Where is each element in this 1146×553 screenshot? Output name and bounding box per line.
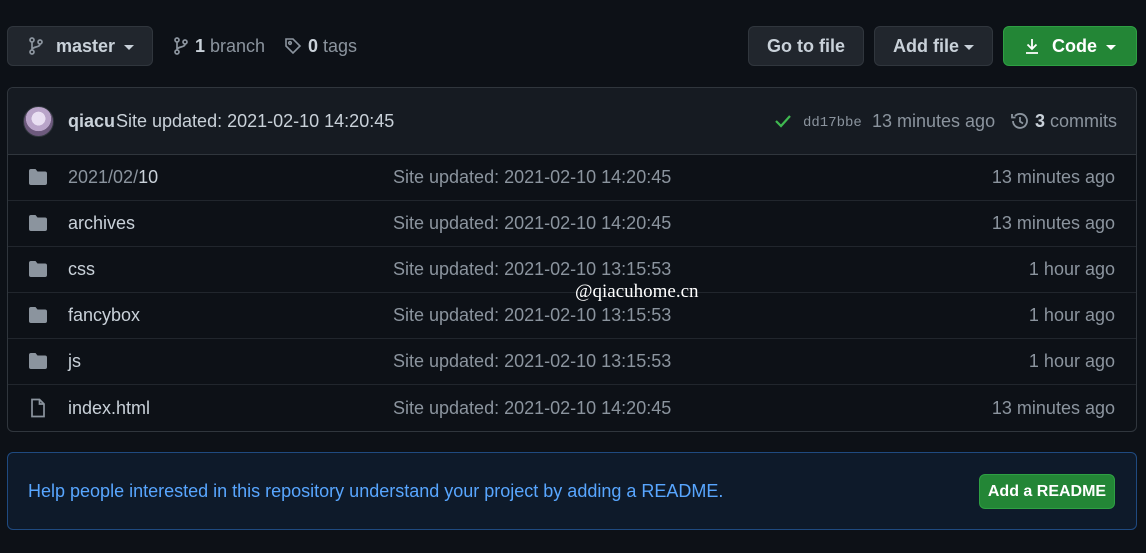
code-label: Code — [1052, 35, 1097, 56]
file-commit-age: 13 minutes ago — [991, 167, 1115, 187]
file-path-prefix: 2021/02/ — [68, 167, 139, 187]
commits-count: 3 — [1035, 110, 1046, 131]
tags-label: tags — [323, 35, 358, 56]
commit-author[interactable]: qiacu — [68, 111, 115, 132]
avatar[interactable] — [23, 106, 54, 137]
commit-age: 13 minutes ago — [872, 110, 996, 131]
git-branch-icon — [174, 37, 188, 55]
file-name[interactable]: archives — [68, 213, 135, 234]
commits-label: commits — [1050, 110, 1118, 131]
go-to-file-button[interactable]: Go to file — [748, 26, 864, 66]
file-table: qiacu Site updated: 2021-02-10 14:20:45 … — [7, 87, 1137, 432]
branches-label: branch — [210, 35, 266, 56]
file-name[interactable]: index.html — [68, 398, 150, 419]
code-button[interactable]: Code — [1003, 26, 1137, 66]
git-branch-icon — [29, 37, 43, 55]
file-commit-age: 13 minutes ago — [991, 213, 1115, 233]
file-list: 2021/02/10 Site updated: 2021-02-10 14:2… — [8, 155, 1136, 431]
add-readme-button[interactable]: Add a README — [979, 474, 1115, 509]
repo-toolbar: master 1 branch 0 tags Go to file Add fi… — [7, 26, 1137, 66]
tag-icon — [285, 38, 302, 55]
file-commit-age: 13 minutes ago — [991, 397, 1115, 418]
download-icon — [1026, 39, 1038, 54]
add-file-label: Add file — [893, 35, 959, 56]
add-file-button[interactable]: Add file — [874, 26, 993, 66]
branches-count: 1 — [195, 35, 206, 56]
branch-select-button[interactable]: master — [7, 26, 153, 66]
commit-sha[interactable]: dd17bbe — [803, 115, 862, 131]
tags-link[interactable]: 0 tags — [284, 26, 357, 66]
branches-link[interactable]: 1 branch — [173, 26, 265, 66]
file-name[interactable]: fancybox — [68, 305, 140, 326]
file-row[interactable]: js Site updated: 2021-02-10 13:15:53 1 h… — [8, 339, 1136, 385]
file-name-text: 10 — [138, 167, 159, 187]
folder-icon — [29, 261, 47, 277]
tags-count: 0 — [308, 35, 319, 56]
chevron-down-icon — [124, 44, 135, 50]
file-row[interactable]: archives Site updated: 2021-02-10 14:20:… — [8, 201, 1136, 247]
folder-icon — [29, 353, 47, 369]
folder-icon — [29, 215, 47, 231]
commits-link[interactable]: 3 commits — [1035, 111, 1117, 132]
branch-name: master — [56, 35, 116, 56]
chevron-down-icon — [964, 44, 974, 50]
repo-file-browser: master 1 branch 0 tags Go to file Add fi… — [0, 0, 1146, 553]
file-commit-message[interactable]: Site updated: 2021-02-10 13:15:53 — [393, 351, 671, 372]
file-commit-age: 1 hour ago — [1028, 259, 1115, 279]
file-row[interactable]: fancybox Site updated: 2021-02-10 13:15:… — [8, 293, 1136, 339]
file-commit-message[interactable]: Site updated: 2021-02-10 14:20:45 — [393, 167, 671, 188]
check-icon — [775, 115, 791, 128]
file-commit-age: 1 hour ago — [1028, 351, 1115, 371]
readme-banner: Help people interested in this repositor… — [7, 452, 1137, 530]
file-row[interactable]: index.html Site updated: 2021-02-10 14:2… — [8, 385, 1136, 431]
file-name[interactable]: js — [68, 351, 81, 372]
file-row[interactable]: css Site updated: 2021-02-10 13:15:53 1 … — [8, 247, 1136, 293]
folder-icon — [29, 169, 47, 185]
file-commit-message[interactable]: Site updated: 2021-02-10 13:15:53 — [393, 259, 671, 280]
file-commit-age: 1 hour ago — [1028, 305, 1115, 325]
file-commit-message[interactable]: Site updated: 2021-02-10 14:20:45 — [393, 213, 671, 234]
file-name[interactable]: css — [68, 259, 95, 280]
commit-message[interactable]: Site updated: 2021-02-10 14:20:45 — [116, 111, 394, 132]
file-name[interactable]: 2021/02/10 — [68, 167, 158, 188]
file-commit-message[interactable]: Site updated: 2021-02-10 14:20:45 — [393, 398, 671, 419]
file-row[interactable]: 2021/02/10 Site updated: 2021-02-10 14:2… — [8, 155, 1136, 201]
file-commit-message[interactable]: Site updated: 2021-02-10 13:15:53 — [393, 305, 671, 326]
chevron-down-icon — [1106, 44, 1116, 50]
file-icon — [31, 398, 45, 418]
folder-icon — [29, 307, 47, 323]
history-icon — [1011, 113, 1028, 129]
readme-prompt-text: Help people interested in this repositor… — [28, 480, 724, 501]
latest-commit-bar: qiacu Site updated: 2021-02-10 14:20:45 … — [8, 88, 1136, 155]
